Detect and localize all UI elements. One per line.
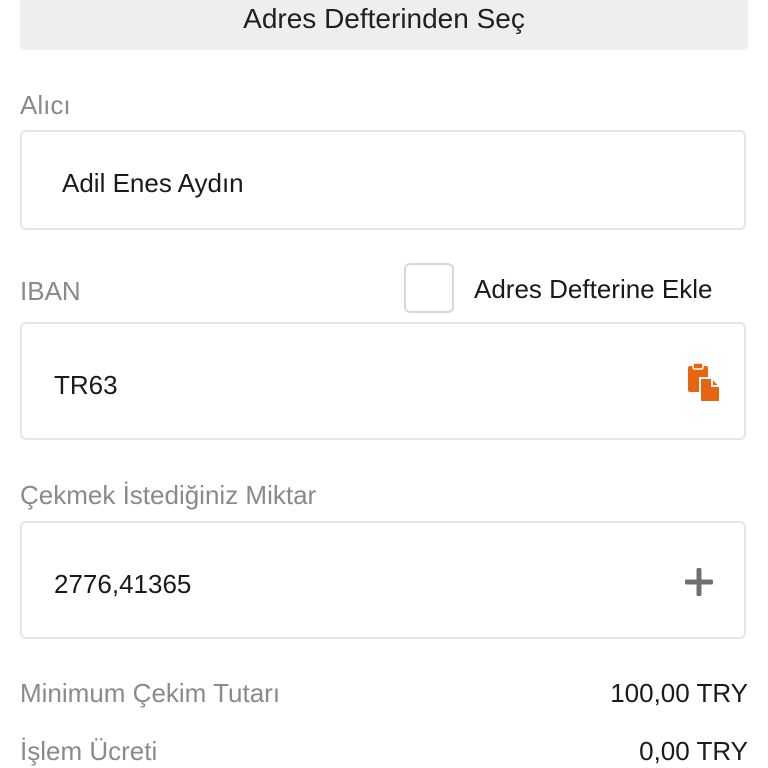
plus-icon[interactable] bbox=[682, 565, 716, 599]
recipient-input[interactable]: Adil Enes Aydın bbox=[20, 130, 746, 230]
iban-value-text: TR63 bbox=[54, 370, 125, 400]
recipient-value: Adil Enes Aydın bbox=[62, 168, 244, 198]
transaction-fee-value: 0,00 TRY bbox=[639, 736, 748, 766]
recipient-label: Alıcı bbox=[20, 90, 71, 120]
transaction-fee-row: İşlem Ücreti 0,00 TRY bbox=[20, 736, 748, 767]
iban-input[interactable]: TR63 bbox=[20, 322, 746, 440]
iban-redaction bbox=[130, 376, 221, 399]
minimum-withdrawal-row: Minimum Çekim Tutarı 100,00 TRY bbox=[20, 678, 748, 709]
minimum-withdrawal-value: 100,00 TRY bbox=[610, 678, 748, 708]
paste-icon[interactable] bbox=[684, 362, 724, 404]
iban-label: IBAN bbox=[20, 276, 81, 306]
add-to-address-book-checkbox[interactable] bbox=[404, 263, 454, 313]
amount-input[interactable]: 2776,41365 bbox=[20, 521, 746, 639]
withdraw-form: Adres Defterinden Seç Alıcı Adil Enes Ay… bbox=[0, 0, 768, 768]
add-to-address-book-label[interactable]: Adres Defterine Ekle bbox=[474, 274, 712, 305]
amount-label: Çekmek İstediğiniz Miktar bbox=[20, 480, 317, 510]
select-from-address-book-button[interactable]: Adres Defterinden Seç bbox=[20, 0, 748, 50]
minimum-withdrawal-label: Minimum Çekim Tutarı bbox=[20, 678, 281, 708]
iban-value: TR63 bbox=[54, 370, 221, 401]
select-from-address-book-label: Adres Defterinden Seç bbox=[243, 3, 525, 34]
transaction-fee-label: İşlem Ücreti bbox=[20, 736, 158, 766]
amount-value: 2776,41365 bbox=[54, 569, 192, 599]
